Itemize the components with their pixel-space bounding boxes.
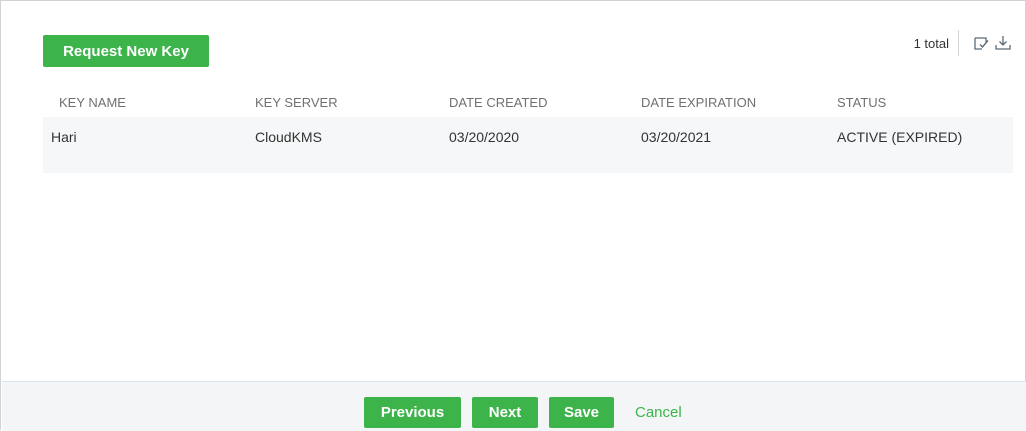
table-toolbar: 1 total [913,30,1013,56]
download-icon[interactable] [993,33,1013,53]
cancel-link[interactable]: Cancel [635,404,682,421]
cell-date-created: 03/20/2020 [449,129,520,145]
next-button[interactable]: Next [472,397,538,428]
keys-table: KEY NAME KEY SERVER DATE CREATED DATE EX… [43,87,1013,173]
request-new-key-button[interactable]: Request New Key [43,35,209,67]
table-header: KEY NAME KEY SERVER DATE CREATED DATE EX… [43,87,1013,117]
previous-button[interactable]: Previous [364,397,461,428]
save-button[interactable]: Save [549,397,614,428]
cell-key-name: Hari [51,129,77,145]
cell-key-server: CloudKMS [255,129,322,145]
cell-status: ACTIVE (EXPIRED) [837,129,963,145]
column-header-key-server[interactable]: KEY SERVER [253,95,447,110]
cell-date-expiration: 03/20/2021 [641,129,712,145]
footer-button-group: Previous Next Save Cancel [364,397,682,428]
column-header-key-name[interactable]: KEY NAME [43,95,253,110]
select-checkbox-icon[interactable] [971,33,991,53]
total-count-label: 1 total [913,35,949,51]
column-header-date-expiration[interactable]: DATE EXPIRATION [641,95,837,110]
table-row[interactable]: Hari CloudKMS 03/20/2020 03/20/2021 ACTI… [43,117,1013,173]
column-header-date-created[interactable]: DATE CREATED [447,95,641,110]
wizard-footer: Previous Next Save Cancel [2,381,1026,431]
toolbar-divider [958,30,959,56]
column-header-status[interactable]: STATUS [837,95,1013,110]
key-management-panel: Request New Key 1 total KEY NAME KEY SER… [0,0,1026,431]
